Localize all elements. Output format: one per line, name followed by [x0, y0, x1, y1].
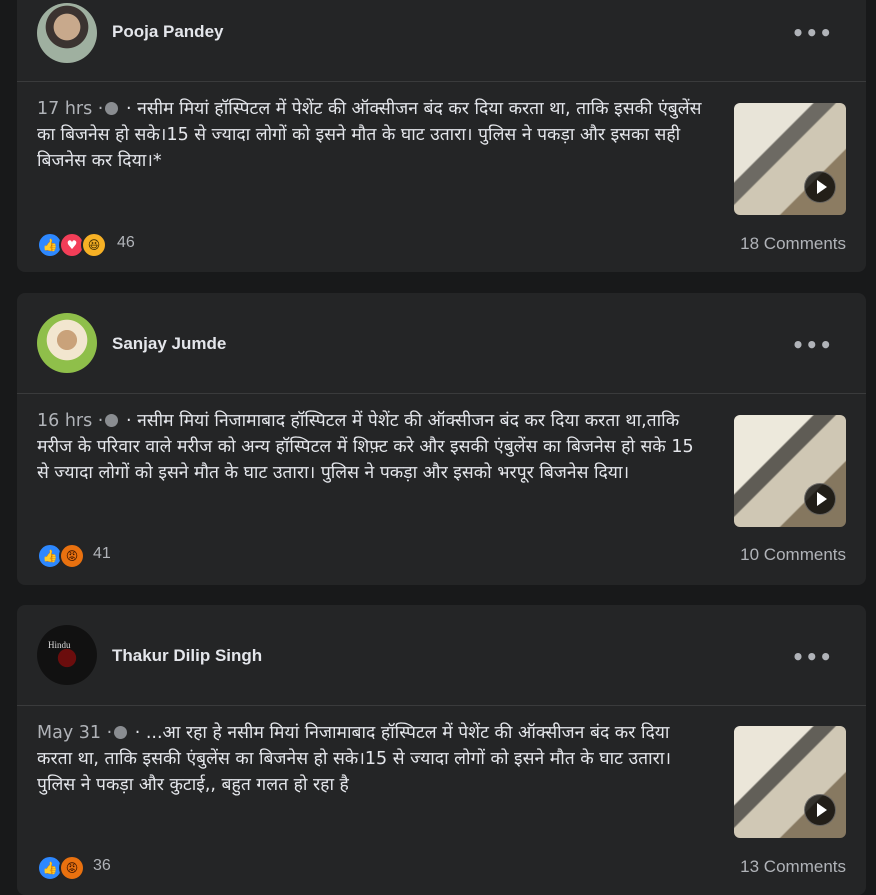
video-thumbnail[interactable] [734, 415, 846, 527]
post-text: · नसीम मियां निजामाबाद हॉस्पिटल में पेशे… [37, 411, 694, 483]
post-time[interactable]: 17 hrs · [37, 99, 103, 119]
haha-reaction-icon: 😆 [81, 232, 107, 258]
reaction-count: 46 [117, 234, 135, 251]
divider [17, 705, 866, 706]
avatar-logo-text: Hindu [48, 640, 71, 650]
angry-reaction-icon: 😡 [59, 855, 85, 881]
angry-reaction-icon: 😡 [59, 543, 85, 569]
post-card: Hindu Thakur Dilip Singh ••• May 31 · · … [17, 605, 866, 895]
play-icon[interactable] [804, 483, 836, 515]
avatar[interactable] [37, 313, 97, 373]
play-icon[interactable] [804, 794, 836, 826]
avatar[interactable]: Hindu [37, 625, 97, 685]
video-thumbnail[interactable] [734, 103, 846, 215]
comments-link[interactable]: 10 Comments [740, 545, 846, 565]
globe-icon [105, 414, 119, 427]
more-options-icon[interactable]: ••• [792, 333, 833, 357]
reaction-count: 41 [93, 545, 111, 562]
avatar[interactable] [37, 3, 97, 63]
divider [17, 81, 866, 82]
more-options-icon[interactable]: ••• [792, 21, 833, 45]
comments-link[interactable]: 13 Comments [740, 857, 846, 877]
post-card: Sanjay Jumde ••• 16 hrs · · नसीम मियां न… [17, 293, 866, 585]
post-body: 17 hrs · · नसीम मियां हॉस्पिटल में पेशें… [37, 96, 702, 174]
post-card: Pooja Pandey ••• 17 hrs · · नसीम मियां ह… [17, 0, 866, 272]
video-thumbnail[interactable] [734, 726, 846, 838]
post-time[interactable]: May 31 · [37, 723, 112, 743]
post-text: · नसीम मियां हॉस्पिटल में पेशेंट की ऑक्स… [37, 99, 702, 171]
post-author[interactable]: Pooja Pandey [112, 22, 223, 42]
post-author[interactable]: Thakur Dilip Singh [112, 646, 262, 666]
globe-icon [105, 102, 119, 115]
more-options-icon[interactable]: ••• [792, 645, 833, 669]
comments-link[interactable]: 18 Comments [740, 234, 846, 254]
post-body: May 31 · · ...आ रहा हे नसीम मियां निजामा… [37, 720, 702, 798]
post-author[interactable]: Sanjay Jumde [112, 334, 226, 354]
reaction-count: 36 [93, 857, 111, 874]
globe-icon [114, 726, 128, 739]
post-body: 16 hrs · · नसीम मियां निजामाबाद हॉस्पिटल… [37, 408, 702, 486]
post-text: · ...आ रहा हे नसीम मियां निजामाबाद हॉस्प… [37, 723, 671, 795]
play-icon[interactable] [804, 171, 836, 203]
divider [17, 393, 866, 394]
post-time[interactable]: 16 hrs · [37, 411, 103, 431]
